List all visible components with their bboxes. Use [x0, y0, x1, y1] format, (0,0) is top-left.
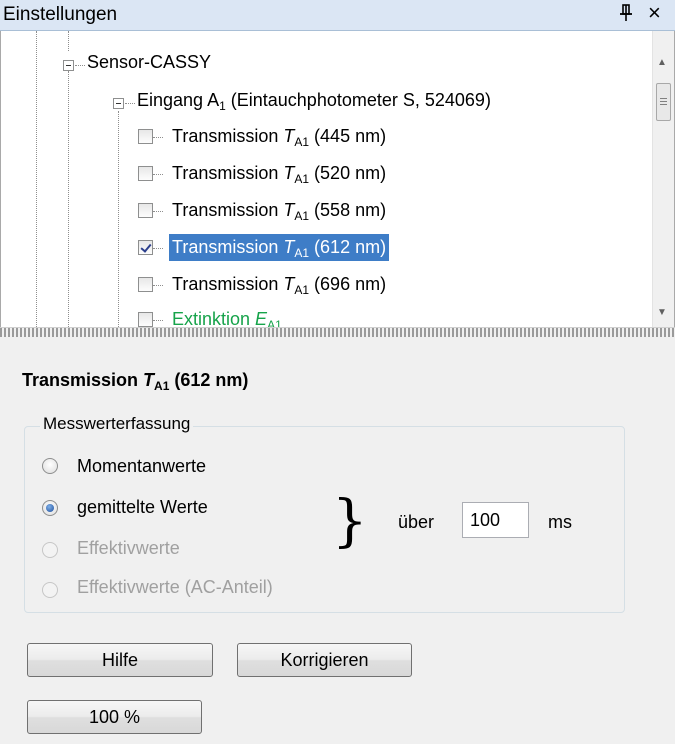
tree-guide-line	[75, 65, 85, 66]
close-icon[interactable]: ×	[648, 2, 661, 24]
checkbox-item-558[interactable]	[138, 203, 153, 218]
checkbox-item-612[interactable]	[138, 240, 153, 255]
input-suffix: (Eintauchphotometer S, 524069)	[225, 90, 491, 110]
tree-guide-line	[153, 320, 163, 321]
tree-guide-line	[153, 174, 163, 175]
tree-guide-line	[153, 285, 163, 286]
item-prefix: Transmission	[172, 163, 284, 183]
property-title-prefix: Transmission	[22, 370, 144, 390]
tree-item-transmission-696[interactable]: Transmission TA1 (696 nm)	[169, 271, 389, 298]
radio-label-effektivwerte: Effektivwerte	[77, 538, 180, 558]
item-subscript: A1	[294, 172, 310, 186]
tree-item-transmission-445[interactable]: Transmission TA1 (445 nm)	[169, 123, 389, 150]
pin-icon-glyph	[620, 4, 632, 21]
tree-item-transmission-558[interactable]: Transmission TA1 (558 nm)	[169, 197, 389, 224]
checkbox-item-696[interactable]	[138, 277, 153, 292]
item-suffix: (612 nm)	[309, 237, 387, 257]
checkbox-item-445[interactable]	[138, 129, 153, 144]
panel-title: Einstellungen	[3, 4, 118, 25]
tree-guide-line	[153, 248, 163, 249]
radio-label-gemittelte-werte[interactable]: gemittelte Werte	[77, 497, 208, 518]
tree-scrollbar[interactable]: ▲ ▼	[652, 31, 674, 327]
averaging-time-input[interactable]	[462, 502, 529, 538]
tree-node-sensor-cassy[interactable]: Sensor-CASSY	[87, 52, 211, 73]
panel-splitter[interactable]	[0, 327, 675, 337]
item-prefix: Transmission	[172, 200, 284, 220]
pin-icon[interactable]	[618, 3, 634, 29]
radio-effektivwerte-ac	[42, 582, 58, 598]
tree-item-extinction[interactable]: Extinktion EA1	[169, 306, 285, 327]
tree-guide-line	[118, 111, 119, 327]
item-symbol: T	[283, 126, 295, 146]
tree-node-input-a1[interactable]: Eingang A1 (Eintauchphotometer S, 524069…	[137, 90, 491, 113]
item-subscript: A1	[294, 283, 310, 297]
item-suffix: (520 nm)	[309, 163, 387, 183]
tree-item-transmission-520[interactable]: Transmission TA1 (520 nm)	[169, 160, 389, 187]
scroll-thumb-grip	[660, 98, 667, 99]
checkbox-item-520[interactable]	[138, 166, 153, 181]
item-suffix: (558 nm)	[309, 200, 387, 220]
item-prefix: Transmission	[172, 237, 284, 257]
item-prefix: Transmission	[172, 274, 284, 294]
settings-tree: Sensor-CASSY Eingang A1 (Eintauchphotome…	[0, 31, 675, 327]
item-symbol: T	[283, 274, 295, 294]
radio-gemittelte-werte[interactable]	[42, 500, 58, 516]
item-prefix: Transmission	[172, 126, 284, 146]
input-subscript: 1	[219, 99, 226, 113]
radio-effektivwerte	[42, 542, 58, 558]
tree-guide-line	[153, 211, 163, 212]
item-symbol: T	[283, 163, 295, 183]
brace-glyph: }	[332, 489, 368, 554]
item-suffix: (696 nm)	[309, 274, 387, 294]
property-title-suffix: (612 nm)	[169, 370, 249, 390]
percent-100-button[interactable]: 100 %	[27, 700, 202, 734]
property-title: Transmission TA1 (612 nm)	[22, 370, 249, 393]
item-symbol: T	[283, 237, 295, 257]
tree-guide-line	[36, 31, 37, 327]
item-suffix: (445 nm)	[309, 126, 387, 146]
help-button[interactable]: Hilfe	[27, 643, 213, 677]
property-title-symbol: T	[143, 370, 155, 390]
collapse-icon[interactable]	[113, 98, 124, 109]
scroll-up-icon[interactable]: ▲	[657, 57, 667, 68]
item-prefix: Extinktion	[172, 309, 256, 327]
radio-label-effektivwerte-ac: Effektivwerte (AC-Anteil)	[77, 577, 273, 597]
panel-title-bar: Einstellungen ×	[0, 0, 675, 31]
item-subscript: A1	[294, 209, 310, 223]
tree-guide-line	[153, 137, 163, 138]
item-symbol: E	[255, 309, 268, 327]
tree-guide-line	[125, 103, 135, 104]
input-prefix: Eingang A	[137, 90, 220, 110]
tree-guide-line	[68, 71, 69, 327]
tree-guide-line	[68, 31, 69, 51]
radio-label-momentanwerte[interactable]: Momentanwerte	[77, 456, 206, 477]
item-subscript: A1	[294, 135, 310, 149]
checkbox-item-extinction[interactable]	[138, 312, 153, 327]
scroll-down-icon[interactable]: ▼	[657, 307, 667, 318]
scroll-thumb[interactable]	[656, 83, 671, 121]
radio-momentanwerte[interactable]	[42, 458, 58, 474]
tree-item-transmission-612[interactable]: Transmission TA1 (612 nm)	[169, 234, 390, 261]
item-symbol: T	[283, 200, 295, 220]
measurement-group-label: Messwerterfassung	[40, 414, 194, 434]
over-label: über	[398, 512, 435, 532]
unit-label: ms	[548, 512, 572, 532]
collapse-icon[interactable]	[63, 60, 74, 71]
correct-button[interactable]: Korrigieren	[237, 643, 412, 677]
property-title-subscript: A1	[154, 379, 170, 393]
item-subscript: A1	[267, 318, 282, 327]
scroll-thumb-grip	[660, 101, 667, 102]
item-subscript: A1	[294, 246, 310, 260]
scroll-thumb-grip	[660, 104, 667, 105]
